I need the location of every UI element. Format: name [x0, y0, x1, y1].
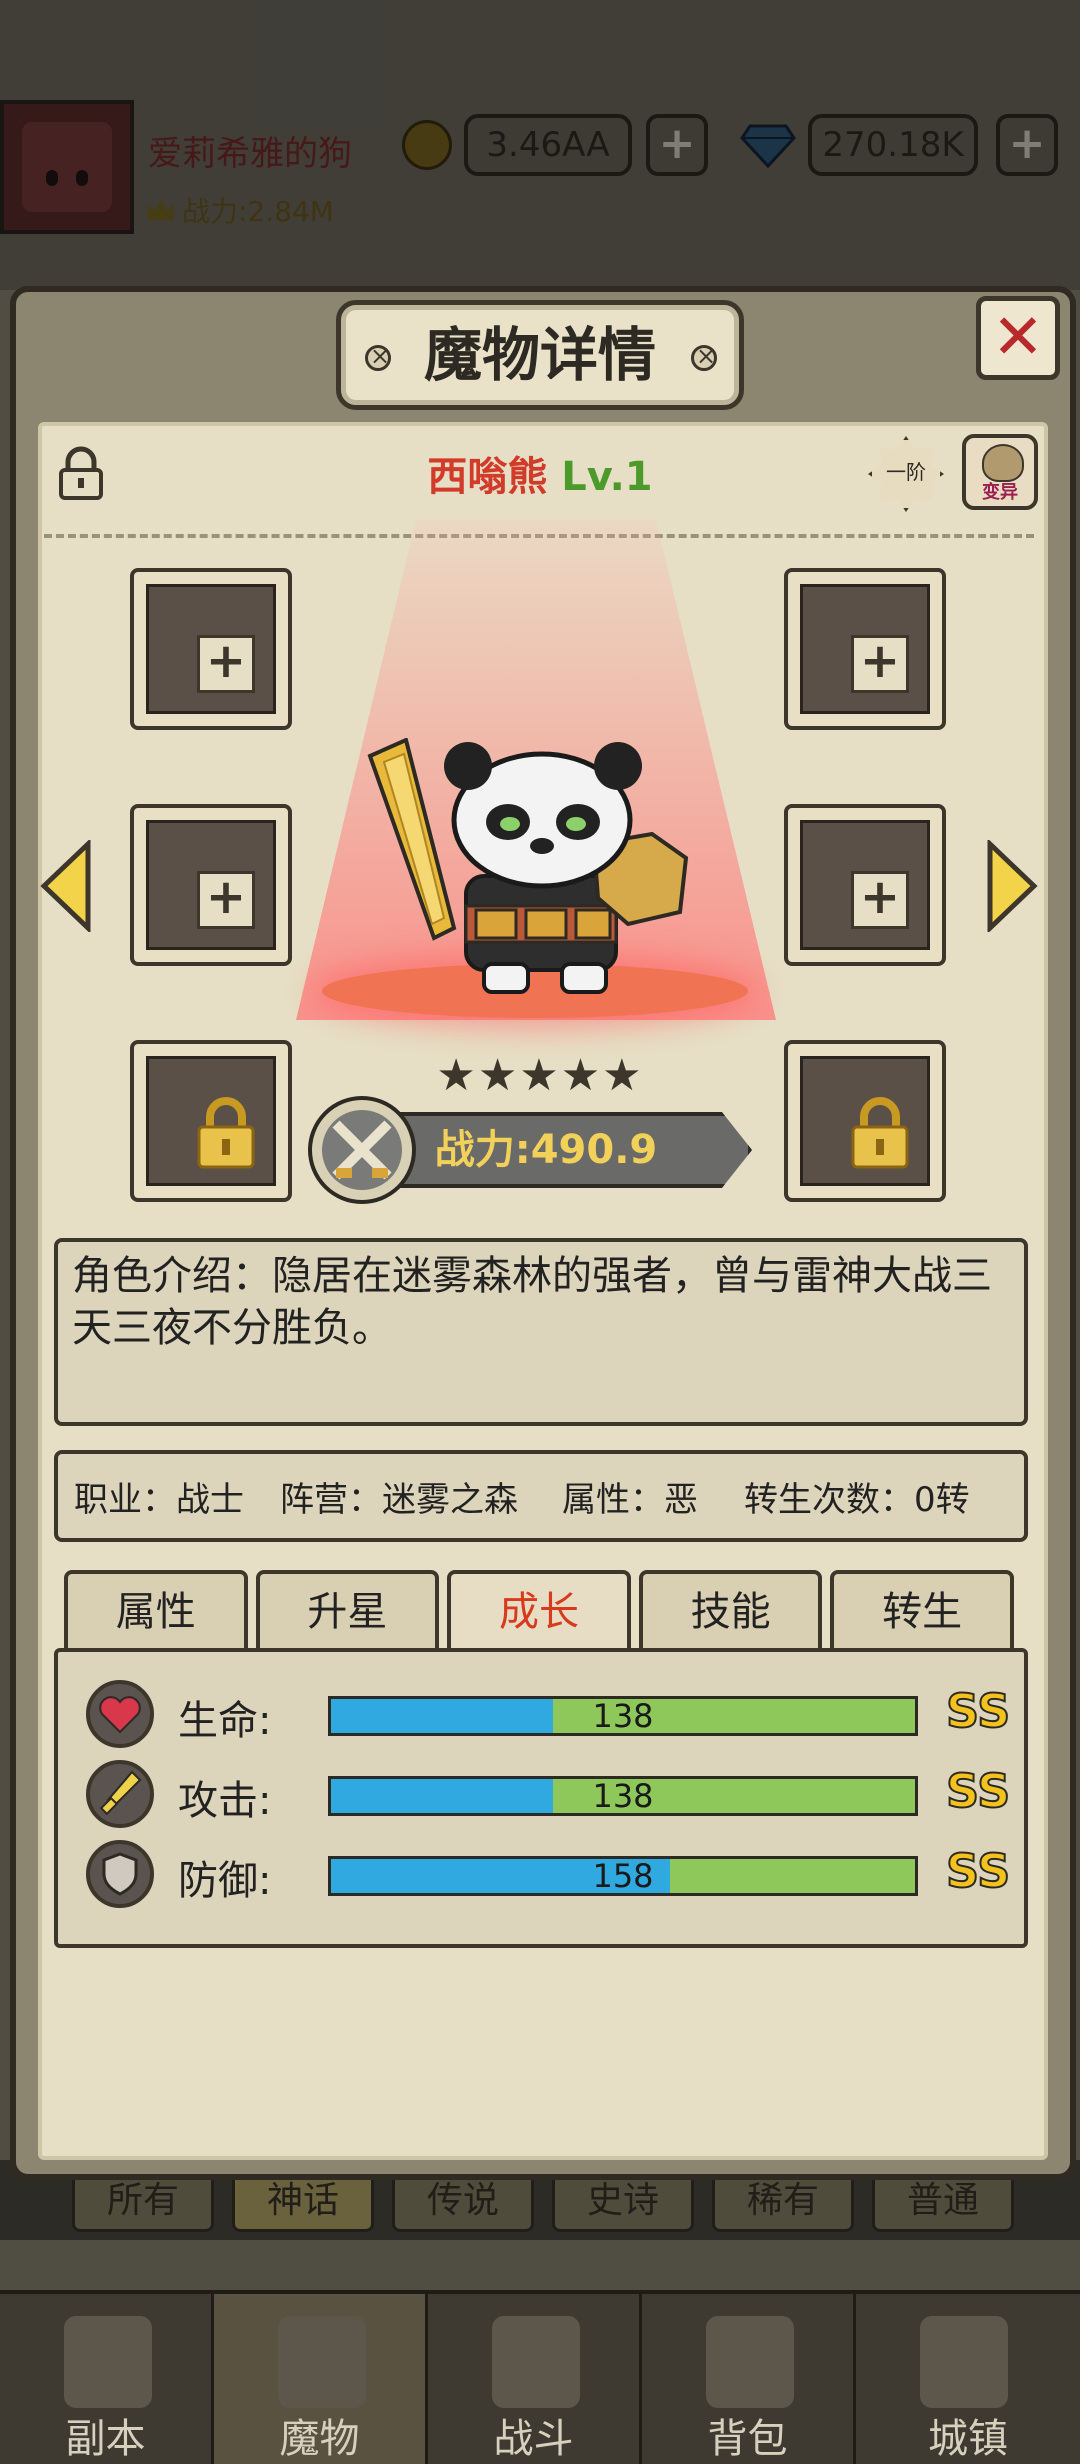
- equip-slot-3[interactable]: +: [130, 804, 292, 966]
- nav-town[interactable]: 城镇: [856, 2294, 1080, 2464]
- nav-label: 副本: [65, 2416, 146, 2462]
- sword-icon: [86, 1760, 154, 1828]
- shield-icon: [86, 1840, 154, 1908]
- stat-value: 158: [592, 1857, 654, 1895]
- crossed-swords-icon: [308, 1096, 416, 1204]
- skull-icon: [982, 444, 1024, 482]
- helmet-icon: [278, 2316, 366, 2408]
- character-info-row: 职业：战士 阵营：迷雾之森 属性：恶 转生次数：0转: [54, 1450, 1028, 1542]
- monster-name: 西嗡熊: [427, 454, 548, 500]
- nav-label: 背包: [707, 2416, 788, 2462]
- monster-level: Lv.1: [561, 454, 653, 500]
- equip-slot-4[interactable]: +: [784, 804, 946, 966]
- nav-monsters[interactable]: 魔物: [214, 2294, 428, 2464]
- plus-icon: +: [851, 635, 909, 693]
- stat-value: 138: [592, 1777, 654, 1815]
- info-camp: 阵营：迷雾之森: [280, 1479, 518, 1520]
- stat-bar: 138: [328, 1696, 918, 1736]
- stat-grade: SS: [945, 1763, 1011, 1819]
- stat-grade: SS: [945, 1843, 1011, 1899]
- town-shop-icon: [920, 2316, 1008, 2408]
- info-rebirth: 转生次数：0转: [744, 1479, 970, 1520]
- character-description: 角色介绍：隐居在迷雾森林的强者，曾与雷神大战三天三夜不分胜负。: [54, 1238, 1028, 1426]
- nav-label: 战斗: [493, 2416, 574, 2462]
- stat-bar: 158: [328, 1856, 918, 1896]
- previous-monster-arrow-icon[interactable]: [38, 840, 92, 932]
- growth-stats-panel: 生命: 138 SS 攻击: 138 SS 防御: 158 SS: [54, 1648, 1028, 1948]
- bottom-navigation: 副本 魔物 战斗 背包 城镇: [0, 2290, 1080, 2464]
- lock-icon: [197, 1097, 255, 1169]
- equip-slot-1[interactable]: +: [130, 568, 292, 730]
- tab-skills[interactable]: 技能: [638, 1570, 823, 1652]
- stat-grade: SS: [945, 1683, 1011, 1739]
- plus-icon: +: [851, 871, 909, 929]
- tab-attributes[interactable]: 属性: [64, 1570, 248, 1652]
- nav-label: 魔物: [279, 2416, 360, 2462]
- nav-battle[interactable]: 战斗: [428, 2294, 642, 2464]
- modal-title: 魔物详情: [423, 321, 656, 389]
- detail-tabs: 属性 升星 成长 技能 转生: [64, 1570, 1014, 1652]
- map-icon: [64, 2316, 152, 2408]
- modal-title-plate: 魔物详情: [336, 300, 744, 410]
- equip-slot-2[interactable]: +: [784, 568, 946, 730]
- panda-warrior-character: [367, 738, 689, 994]
- stat-row-attack: 攻击: 138 SS: [58, 1760, 1024, 1832]
- info-attribute: 属性：恶: [562, 1479, 698, 1520]
- rank-badge-label: 一阶: [886, 460, 926, 484]
- stat-bar: 138: [328, 1776, 918, 1816]
- nav-label: 城镇: [928, 2416, 1008, 2462]
- crossed-swords-icon: [492, 2316, 580, 2408]
- lock-icon: [851, 1097, 909, 1169]
- nav-backpack[interactable]: 背包: [642, 2294, 856, 2464]
- nav-dungeon[interactable]: 副本: [0, 2294, 214, 2464]
- star-rating: ★★★★★: [436, 1050, 644, 1101]
- swords-glyph-icon: [332, 1120, 392, 1180]
- mutate-label: 变异: [982, 482, 1018, 503]
- heart-icon: [86, 1680, 154, 1748]
- stat-row-hp: 生命: 138 SS: [58, 1680, 1024, 1752]
- stat-label: 防御:: [178, 1858, 272, 1904]
- stat-label: 生命:: [178, 1698, 272, 1744]
- mutate-button[interactable]: 变异: [962, 434, 1038, 510]
- info-class: 职业：战士: [74, 1479, 244, 1520]
- stat-label: 攻击:: [178, 1778, 272, 1824]
- next-monster-arrow-icon[interactable]: [986, 840, 1040, 932]
- plus-icon: +: [197, 871, 255, 929]
- stat-value: 138: [592, 1697, 654, 1735]
- plus-icon: +: [197, 635, 255, 693]
- tab-rebirth[interactable]: 转生: [830, 1570, 1014, 1652]
- monster-power: 战力:490.9: [434, 1127, 658, 1173]
- tab-growth[interactable]: 成长: [447, 1570, 631, 1652]
- backpack-icon: [706, 2316, 794, 2408]
- close-button[interactable]: ✕: [976, 296, 1060, 380]
- bolt-icon: [691, 342, 717, 371]
- stat-row-defense: 防御: 158 SS: [58, 1840, 1024, 1912]
- tab-star-up[interactable]: 升星: [255, 1570, 440, 1652]
